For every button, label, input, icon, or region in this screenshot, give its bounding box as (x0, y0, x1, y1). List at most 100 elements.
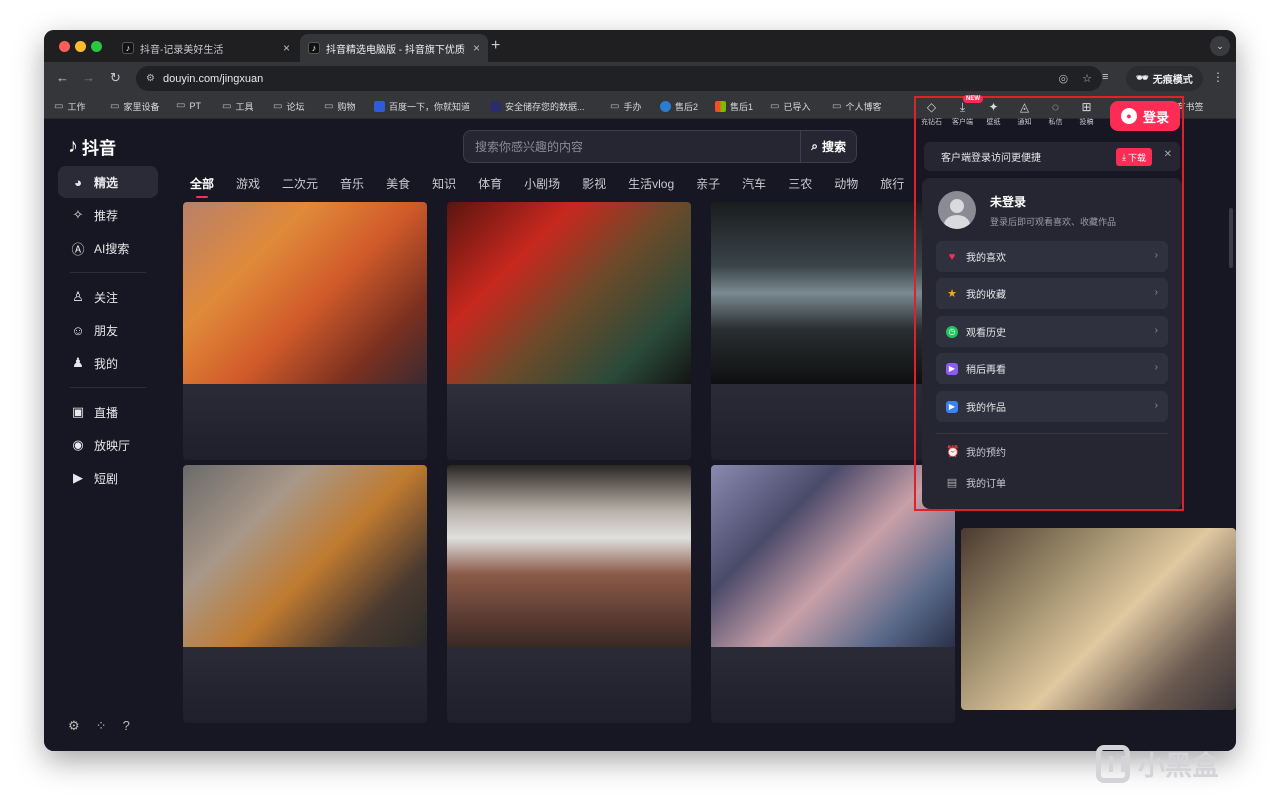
menu-item-history[interactable]: ◷ 观看历史 › (936, 316, 1168, 347)
bookmark-item[interactable]: ▭ 已导入 (770, 100, 810, 113)
back-icon[interactable]: ← (56, 70, 69, 85)
sidebar-item-drama[interactable]: ▶ 短剧 (58, 462, 158, 494)
video-card[interactable] (183, 202, 427, 460)
incognito-indicator[interactable]: 🕶 无痕模式 (1126, 66, 1203, 91)
video-card[interactable] (447, 465, 691, 723)
banner-download-button[interactable]: ⤓ 下载 (1116, 148, 1152, 166)
notification-button[interactable]: ◬ 通知 (1009, 100, 1040, 127)
bookmark-item[interactable]: ▭ 论坛 (273, 100, 304, 113)
tab-knowledge[interactable]: 知识 (432, 175, 456, 192)
menu-item-likes[interactable]: ♥ 我的喜欢 › (936, 241, 1168, 272)
message-button[interactable]: ◌ 私信 (1040, 100, 1071, 127)
address-bar[interactable]: ⚙ douyin.com/jingxuan ◎ ☆ (136, 66, 1102, 91)
watch-later-icon: ▶ (946, 362, 958, 375)
sidebar-item-ai-search[interactable]: Ⓐ AI搜索 (58, 232, 158, 264)
tab-search-chevron-icon[interactable]: ⌄ (1210, 36, 1230, 56)
sparkle-icon: ✧ (72, 207, 84, 222)
close-tab-icon[interactable]: × (473, 41, 480, 55)
browser-tab-2[interactable]: ♪ 抖音精选电脑版 - 抖音旗下优质 × (300, 34, 488, 62)
forward-icon[interactable]: → (82, 70, 95, 85)
tab-parenting[interactable]: 亲子 (696, 175, 720, 192)
tab-acg[interactable]: 二次元 (282, 175, 318, 192)
reading-list-icon[interactable]: ≡ (1102, 71, 1108, 83)
tab-travel[interactable]: 旅行 (880, 175, 904, 192)
sidebar-item-cinema[interactable]: ◉ 放映厅 (58, 429, 158, 461)
more-menu-icon[interactable]: ⋮ (1212, 70, 1224, 84)
avatar[interactable] (938, 191, 976, 229)
tab-games[interactable]: 游戏 (236, 175, 260, 192)
menu-item-watch-later[interactable]: ▶ 稍后再看 › (936, 353, 1168, 384)
apps-grid-icon[interactable]: ⁘ (96, 718, 107, 734)
sidebar-item-mine[interactable]: ♟ 我的 (58, 347, 158, 379)
sidebar-item-featured[interactable]: ◕ 精选 (58, 166, 158, 198)
bookmark-item[interactable]: ▭ 工作 (54, 100, 85, 113)
video-card[interactable] (183, 465, 427, 723)
heybox-logo-icon (1096, 744, 1130, 783)
close-window-button[interactable] (59, 41, 70, 52)
upload-button[interactable]: ⊞ 投稿 (1071, 100, 1102, 127)
tab-vlog[interactable]: 生活vlog (628, 175, 674, 192)
sidebar-item-recommend[interactable]: ✧ 推荐 (58, 199, 158, 231)
login-button[interactable]: ● 登录 (1110, 101, 1180, 131)
icon-label: 客户端 (952, 119, 973, 126)
settings-icon[interactable]: ⚙ (68, 718, 80, 734)
close-icon[interactable]: ✕ (1164, 149, 1172, 160)
video-meta (183, 384, 427, 460)
menu-item-reservations[interactable]: ⏰ 我的预约 (946, 444, 1006, 459)
sidebar-item-live[interactable]: ▣ 直播 (58, 396, 158, 428)
tab-all[interactable]: 全部 (190, 175, 214, 198)
tab-food[interactable]: 美食 (386, 175, 410, 192)
bookmark-item[interactable]: ▭ 购物 (324, 100, 355, 113)
tab-sports[interactable]: 体育 (478, 175, 502, 192)
douyin-logo[interactable]: ♪ 抖音 (68, 134, 116, 159)
folder-icon: ▭ (770, 101, 780, 112)
tab-mini-theater[interactable]: 小剧场 (524, 175, 560, 192)
search-input[interactable]: 搜索你感兴趣的内容 (464, 138, 800, 155)
download-icon: ⤓ (1122, 151, 1126, 162)
bookmark-label: 已导入 (783, 102, 811, 112)
header-icon-bar: ◇ 充钻石 ⤓ NEW 客户端 ✦ 壁纸 ◬ 通知 ◌ 私信 ⊞ 投稿 (916, 95, 1102, 127)
bookmark-item[interactable]: 安全储存您的数据... (490, 100, 585, 113)
url-text: douyin.com/jingxuan (162, 72, 264, 85)
search-button[interactable]: ⌕ 搜索 (800, 131, 856, 162)
bookmark-item[interactable]: ▭ 家里设备 (110, 100, 159, 113)
sidebar-item-label: 关注 (94, 290, 119, 305)
bookmark-item[interactable]: 售后1 (715, 100, 753, 113)
tab-cars[interactable]: 汽车 (742, 175, 766, 192)
minimize-window-button[interactable] (75, 41, 86, 52)
sidebar-item-follow[interactable]: ♙ 关注 (58, 281, 158, 313)
tab-agriculture[interactable]: 三农 (788, 175, 812, 192)
browser-tab-1[interactable]: ♪ 抖音-记录美好生活 × (114, 34, 298, 62)
menu-item-works[interactable]: ▶ 我的作品 › (936, 391, 1168, 422)
menu-item-label: 我的预约 (966, 448, 1006, 459)
new-tab-icon[interactable]: + (491, 37, 500, 55)
tab-animals[interactable]: 动物 (834, 175, 858, 192)
bookmark-item[interactable]: ▭ 个人博客 (832, 100, 881, 113)
recharge-button[interactable]: ◇ 充钻石 (916, 100, 947, 127)
video-card[interactable] (961, 528, 1236, 710)
bookmark-item[interactable]: ▭ 手办 (610, 100, 641, 113)
wallpaper-button[interactable]: ✦ 壁纸 (978, 100, 1009, 127)
sidebar-item-friends[interactable]: ☺ 朋友 (58, 314, 158, 346)
bookmark-item[interactable]: 售后2 (660, 100, 698, 113)
tab-film[interactable]: 影视 (582, 175, 606, 192)
video-card[interactable] (447, 202, 691, 460)
reload-icon[interactable]: ↻ (110, 70, 121, 86)
close-tab-icon[interactable]: × (283, 41, 290, 55)
user-name[interactable]: 未登录 (990, 193, 1026, 210)
page-scrollbar[interactable] (1229, 208, 1233, 268)
tab-music[interactable]: 音乐 (340, 175, 364, 192)
maximize-window-button[interactable] (91, 41, 102, 52)
watermark: 小黑盒 (1096, 744, 1219, 783)
client-download-button[interactable]: ⤓ NEW 客户端 (947, 95, 983, 127)
bookmark-item[interactable]: 百度一下，你就知道 (374, 100, 470, 113)
site-info-icon[interactable]: ⚙ (146, 73, 155, 84)
incognito-eye-icon[interactable]: ◎ (1059, 72, 1069, 85)
bookmark-star-icon[interactable]: ☆ (1082, 72, 1092, 85)
help-icon[interactable]: ? (123, 718, 130, 734)
bookmark-item[interactable]: ▭ 工具 (222, 100, 253, 113)
menu-item-favorites[interactable]: ★ 我的收藏 › (936, 278, 1168, 309)
bookmark-item[interactable]: ▭ PT (176, 100, 201, 111)
menu-item-orders[interactable]: ▤ 我的订单 (946, 475, 1006, 490)
bookmark-label: 工具 (235, 102, 254, 112)
